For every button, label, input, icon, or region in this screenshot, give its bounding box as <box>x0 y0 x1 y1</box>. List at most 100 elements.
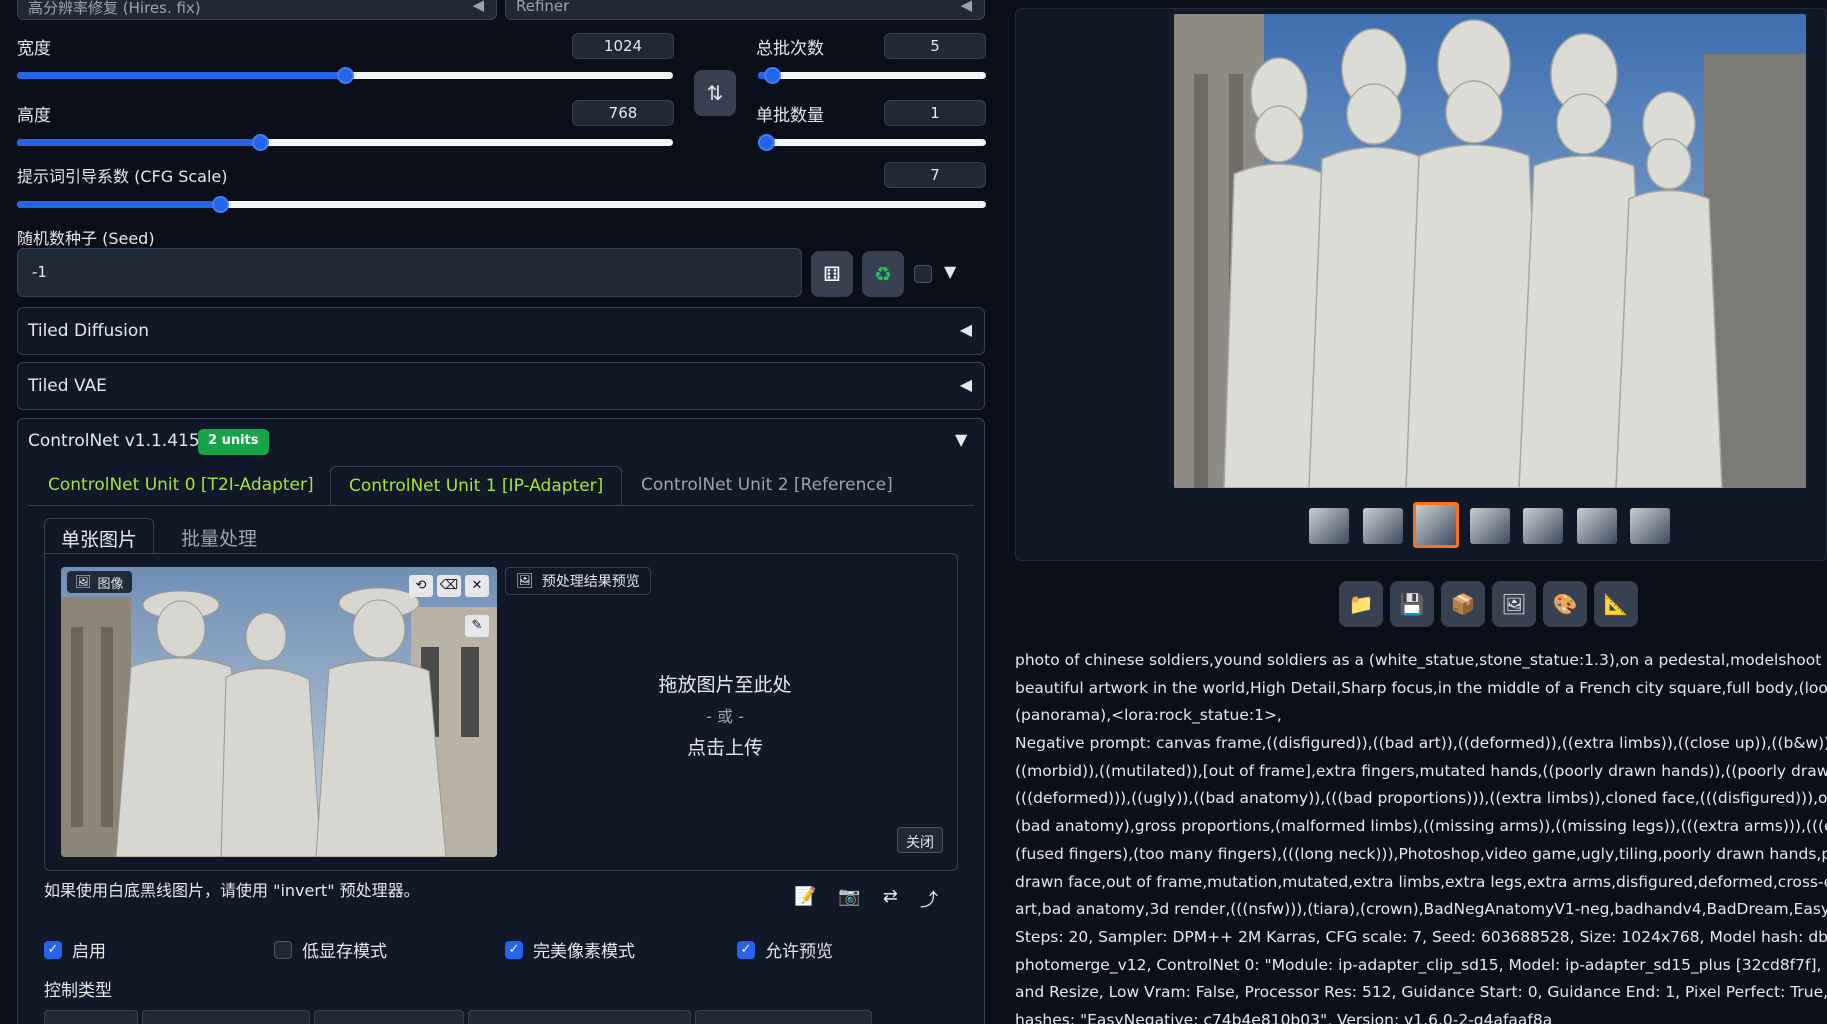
image-actions: 📝 📷 ⇄ ⤴ <box>794 886 938 912</box>
image-icon: 🖼 <box>516 573 534 589</box>
width-input[interactable]: 1024 <box>572 33 674 59</box>
send-to-img2img-button[interactable]: 🖼 <box>1492 581 1536 627</box>
zip-icon: 📦 <box>1450 592 1476 616</box>
pixel-perfect-checkbox[interactable]: ✓ 完美像素模式 <box>505 937 635 962</box>
uploaded-image[interactable]: 🖼 图像 ⟲ ⌫ ✕ ✎ <box>61 567 497 857</box>
tab-controlnet-unit-1[interactable]: ControlNet Unit 1 [IP-Adapter] <box>330 466 623 506</box>
batch-size-slider[interactable] <box>758 134 986 151</box>
tiled-vae-accordion[interactable]: Tiled VAE ◀ <box>17 362 985 410</box>
control-type-option[interactable] <box>44 1010 139 1024</box>
close-preview-button[interactable]: 关闭 <box>897 827 943 853</box>
collapse-arrow-icon: ◀ <box>960 0 972 14</box>
height-input[interactable]: 768 <box>572 100 674 126</box>
recycle-icon: ♻ <box>874 262 892 286</box>
control-type-option[interactable] <box>142 1010 311 1024</box>
info-line: (fused fingers),(too many fingers),(((lo… <box>1015 844 1827 863</box>
height-slider-fill <box>17 139 260 146</box>
info-line: Negative prompt: canvas frame,((disfigur… <box>1015 734 1827 753</box>
controlnet-collapse-icon[interactable]: ▼ <box>955 430 967 449</box>
gallery-thumbnail[interactable] <box>1577 508 1617 544</box>
control-type-option[interactable] <box>314 1010 464 1024</box>
height-slider[interactable] <box>17 134 673 151</box>
gallery-main-image[interactable] <box>1174 14 1806 488</box>
info-line: Steps: 20, Sampler: DPM++ 2M Karras, CFG… <box>1015 927 1827 946</box>
info-line: photomerge_v12, ControlNet 0: "Module: i… <box>1015 955 1827 974</box>
extra-seed-dropdown-icon[interactable]: ▼ <box>944 262 956 281</box>
tab-controlnet-unit-0[interactable]: ControlNet Unit 0 [T2I-Adapter] <box>30 466 332 506</box>
send-to-inpaint-button[interactable]: 🎨 <box>1543 581 1587 627</box>
batch-size-input[interactable]: 1 <box>884 100 986 126</box>
preview-drop-zone[interactable]: 拖放图片至此处 - 或 - 点击上传 <box>505 600 945 850</box>
gallery-thumbnail[interactable] <box>1523 508 1563 544</box>
low-vram-checkbox[interactable]: 低显存模式 <box>274 937 387 962</box>
width-slider-fill <box>17 72 345 79</box>
gallery-thumbnail[interactable] <box>1470 508 1510 544</box>
batch-count-input[interactable]: 5 <box>884 33 986 59</box>
gallery-thumbnail[interactable] <box>1630 508 1670 544</box>
hires-fix-accordion[interactable]: 高分辨率修复 (Hires. fix) ◀ <box>17 0 497 20</box>
info-line: (panorama),<lora:rock_statue:1>, <box>1015 706 1282 725</box>
tab-single-image[interactable]: 单张图片 <box>44 518 155 554</box>
tab-batch-process[interactable]: 批量处理 <box>165 518 273 554</box>
enable-checkbox[interactable]: ✓ 启用 <box>44 937 106 962</box>
gallery-thumbnail[interactable] <box>1363 508 1403 544</box>
control-type-label: 控制类型 <box>44 981 112 1001</box>
image-icon: 🖼 <box>1501 592 1527 616</box>
send-dimensions-icon[interactable]: ⤴ <box>920 886 938 912</box>
reuse-seed-button[interactable]: ♻ <box>862 251 904 297</box>
width-slider-thumb[interactable] <box>337 67 354 84</box>
folder-icon: 📁 <box>1348 592 1374 616</box>
width-slider[interactable] <box>17 67 673 84</box>
checkbox-checked-icon: ✓ <box>505 940 523 959</box>
tiled-diffusion-accordion[interactable]: Tiled Diffusion ◀ <box>17 307 985 355</box>
notepad-icon[interactable]: 📝 <box>794 886 816 912</box>
open-folder-button[interactable]: 📁 <box>1339 581 1383 627</box>
random-seed-button[interactable]: ⚅ <box>811 251 853 297</box>
image-label: 图像 <box>97 576 124 592</box>
swap-dimensions-button[interactable]: ⇅ <box>694 70 736 116</box>
image-label-chip: 🖼 图像 <box>67 571 132 593</box>
width-label: 宽度 <box>17 39 51 59</box>
send-to-extras-button[interactable]: 📐 <box>1594 581 1638 627</box>
tab-controlnet-unit-2[interactable]: ControlNet Unit 2 [Reference] <box>623 466 911 506</box>
batch-count-slider[interactable] <box>758 67 986 84</box>
swap-dimensions-icon: ⇅ <box>706 81 724 105</box>
info-line: (((deformed))),((ugly)),((bad anatomy)),… <box>1015 789 1827 808</box>
cfg-scale-slider-thumb[interactable] <box>212 196 230 213</box>
collapse-arrow-icon: ◀ <box>472 0 484 14</box>
checkbox-checked-icon: ✓ <box>44 940 62 959</box>
refiner-accordion[interactable]: Refiner ◀ <box>505 0 985 20</box>
height-slider-thumb[interactable] <box>251 134 269 151</box>
drop-image-text: 拖放图片至此处 <box>658 674 792 696</box>
height-label: 高度 <box>17 106 51 126</box>
expand-arrow-icon: ◀ <box>959 320 972 339</box>
generation-info-text: photo of chinese soldiers,yound soldiers… <box>1015 647 1827 1024</box>
extra-seed-checkbox[interactable] <box>914 265 932 283</box>
low-vram-label: 低显存模式 <box>302 942 387 962</box>
cfg-scale-input[interactable]: 7 <box>884 162 986 188</box>
controlnet-title: ControlNet v1.1.415 <box>28 431 200 451</box>
eraser-icon[interactable]: ⌫ <box>437 575 461 597</box>
preprocessor-preview-label: 预处理结果预览 <box>541 574 640 590</box>
drop-or-text: - 或 - <box>706 707 744 726</box>
gallery-thumbnail-selected[interactable] <box>1413 502 1459 548</box>
close-icon[interactable]: ✕ <box>465 575 489 597</box>
batch-count-slider-thumb[interactable] <box>763 67 781 84</box>
hires-fix-label: 高分辨率修复 (Hires. fix) <box>28 0 201 17</box>
save-button[interactable]: 💾 <box>1390 581 1434 627</box>
camera-icon[interactable]: 📷 <box>838 886 860 912</box>
batch-size-slider-thumb[interactable] <box>758 134 775 151</box>
zip-button[interactable]: 📦 <box>1441 581 1485 627</box>
control-type-option[interactable] <box>467 1010 691 1024</box>
invert-hint-text: 如果使用白底黑线图片，请使用 "invert" 预处理器。 <box>44 881 420 900</box>
brush-icon[interactable]: ✎ <box>465 615 489 637</box>
control-type-option[interactable] <box>694 1010 873 1024</box>
seed-input[interactable]: -1 <box>17 248 802 297</box>
gallery-thumbnail[interactable] <box>1309 508 1349 544</box>
rotate-icon[interactable]: ⟲ <box>409 575 433 597</box>
info-line: beautiful artwork in the world,High Deta… <box>1015 678 1827 697</box>
swap-icon[interactable]: ⇄ <box>883 886 898 912</box>
units-badge: 2 units <box>198 429 269 455</box>
allow-preview-checkbox[interactable]: ✓ 允许预览 <box>737 937 833 962</box>
cfg-scale-slider[interactable] <box>17 196 986 213</box>
